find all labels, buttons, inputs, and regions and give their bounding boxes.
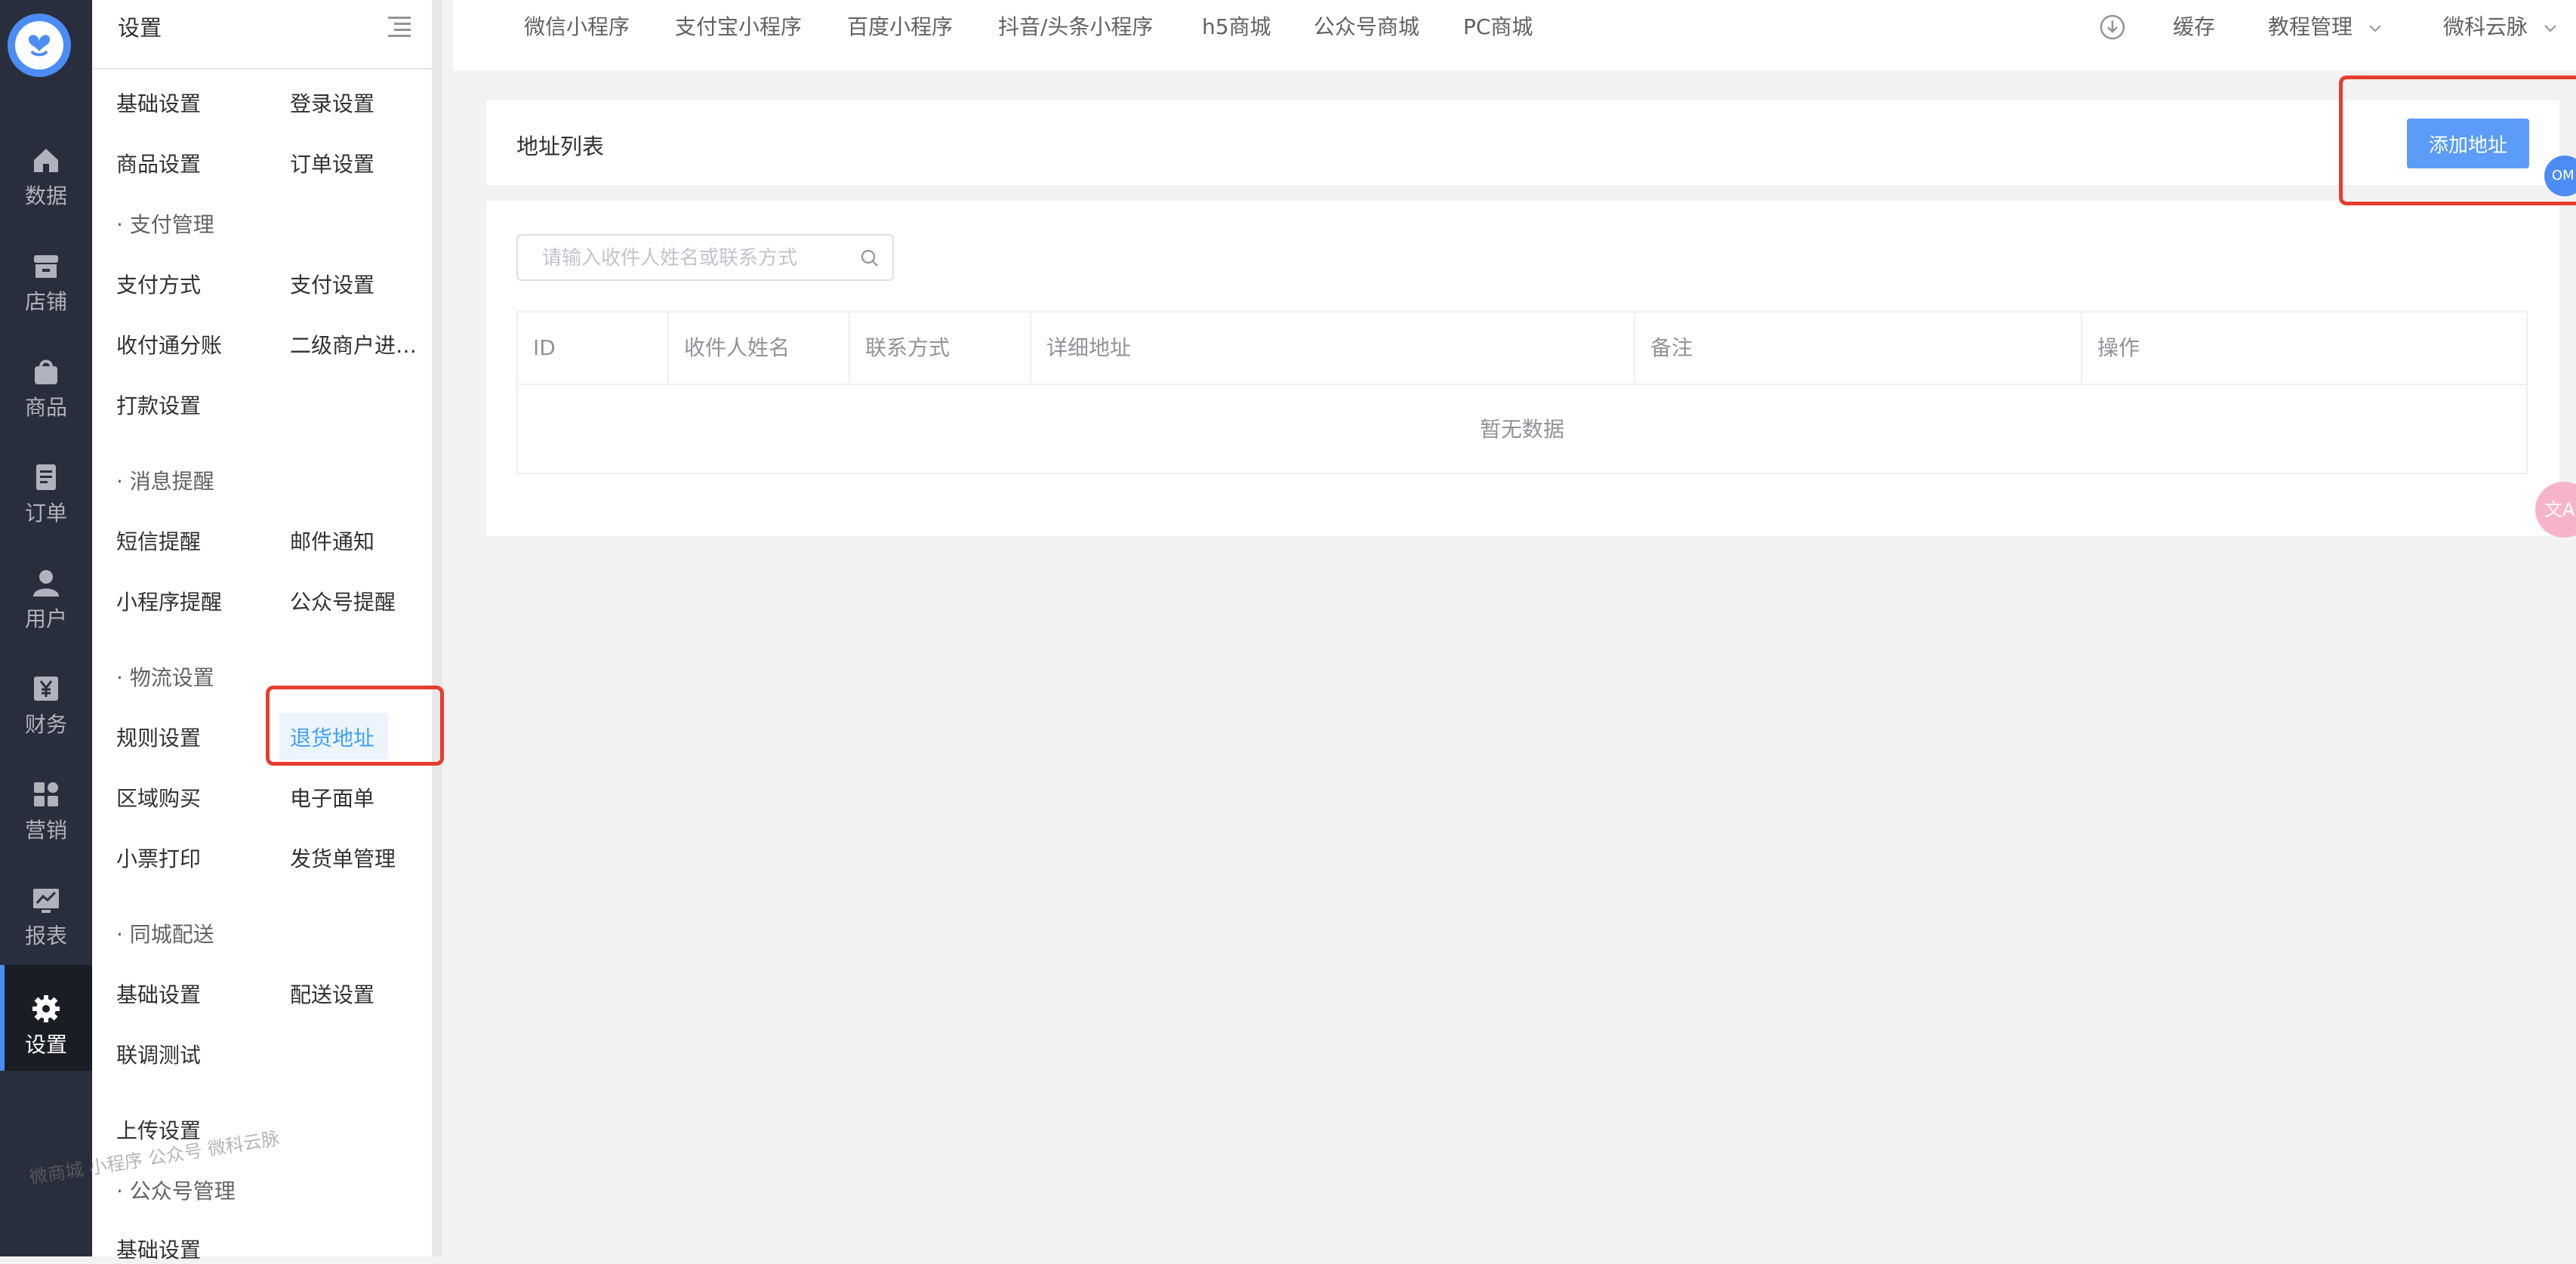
store-icon	[34, 255, 58, 278]
search-icon[interactable]	[859, 248, 880, 269]
submenu-item-split-payment[interactable]: 收付通分账	[116, 329, 222, 359]
column-header-contact: 联系方式	[850, 313, 1031, 384]
chevron-down-icon	[2544, 25, 2556, 32]
submenu-item-delivery-basic[interactable]: 基础设置	[116, 979, 201, 1009]
submenu-group-local-delivery: · 同城配送	[116, 922, 214, 947]
rail-item-marketing[interactable]: 营销	[0, 751, 92, 856]
rail-item-label: 设置	[24, 1032, 67, 1057]
tab-douyin-miniapp[interactable]: 抖音/头条小程序	[998, 11, 1153, 41]
tab-baidu-miniapp[interactable]: 百度小程序	[847, 11, 953, 41]
submenu-group-logistics: · 物流设置	[116, 665, 214, 690]
search-input[interactable]	[541, 236, 846, 281]
rail-item-label: 订单	[24, 501, 67, 526]
submenu-title: 设置	[118, 15, 162, 41]
column-header-recipient: 收件人姓名	[669, 313, 850, 384]
submenu-item-region-purchase[interactable]: 区域购买	[116, 782, 201, 812]
address-list-header: 地址列表 添加地址	[486, 100, 2559, 185]
submenu-group-official-account: · 公众号管理	[116, 1179, 236, 1204]
submenu-item-oa-basic[interactable]: 基础设置	[116, 1234, 201, 1264]
grid-icon	[34, 782, 58, 806]
rail-item-goods[interactable]: 商品	[0, 328, 92, 433]
submenu-item-e-waybill[interactable]: 电子面单	[290, 782, 374, 812]
gear-icon	[32, 995, 60, 1022]
submenu-group-payment: · 支付管理	[116, 212, 214, 237]
rail-item-finance[interactable]: 财务	[0, 645, 92, 751]
search-box	[516, 234, 894, 281]
shopping-bag-icon	[35, 359, 57, 384]
home-icon	[34, 149, 58, 172]
document-icon	[36, 464, 56, 490]
submenu-item-email-notice[interactable]: 邮件通知	[290, 526, 374, 556]
submenu-item-joint-test[interactable]: 联调测试	[116, 1039, 201, 1069]
column-header-address: 详细地址	[1031, 313, 1635, 384]
submenu-divider	[92, 68, 432, 69]
rail-item-users[interactable]: 用户	[0, 539, 92, 645]
rail-item-orders[interactable]: 订单	[0, 433, 92, 539]
settings-submenu: 设置 基础设置 登录设置 商品设置 订单设置 · 支付管理 支付方式 支付设置 …	[92, 0, 442, 1262]
submenu-item-payment-settings[interactable]: 支付设置	[290, 269, 374, 299]
chart-icon	[33, 889, 59, 913]
rail-item-label: 店铺	[24, 289, 67, 314]
app-logo[interactable]	[8, 14, 71, 77]
rail-item-reports[interactable]: 报表	[0, 856, 92, 962]
submenu-item-miniapp-alerts[interactable]: 小程序提醒	[116, 586, 222, 616]
user-menu[interactable]: 微科云脉	[2443, 11, 2559, 41]
menu-collapse-icon[interactable]	[387, 14, 412, 39]
submenu-item-payout-settings[interactable]: 打款设置	[116, 390, 201, 420]
logo-icon	[29, 35, 50, 57]
tutorial-menu-label: 教程管理	[2268, 14, 2353, 39]
submenu-item-login-settings[interactable]: 登录设置	[290, 88, 374, 118]
yen-icon	[34, 677, 58, 701]
highlight-return-address	[266, 686, 444, 766]
tab-pc-store[interactable]: PC商城	[1463, 11, 1533, 41]
submenu-item-sms-alerts[interactable]: 短信提醒	[116, 526, 201, 556]
address-list-panel: ID 收件人姓名 联系方式 详细地址 备注 操作 暂无数据	[486, 201, 2559, 536]
cache-button[interactable]: 缓存	[2173, 11, 2215, 41]
submenu-item-delivery-settings[interactable]: 配送设置	[290, 979, 374, 1009]
column-header-remark: 备注	[1635, 313, 2082, 384]
column-header-id: ID	[518, 313, 669, 384]
user-icon	[33, 570, 59, 597]
page-title: 地址列表	[516, 134, 605, 159]
main-nav-rail: 数据 店铺 商品 订单 用户 财务 营销 报表 设置	[0, 0, 92, 1256]
rail-item-label: 财务	[24, 712, 67, 737]
submenu-item-basic-settings[interactable]: 基础设置	[116, 88, 201, 118]
submenu-item-rule-settings[interactable]: 规则设置	[116, 722, 201, 752]
user-menu-label: 微科云脉	[2443, 14, 2528, 39]
tutorial-menu[interactable]: 教程管理	[2268, 11, 2383, 41]
tab-official-account-store[interactable]: 公众号商城	[1314, 11, 1419, 41]
submenu-item-sub-merchant[interactable]: 二级商户进…	[290, 329, 417, 359]
table-empty-state: 暂无数据	[1479, 417, 1564, 442]
rail-item-label: 营销	[24, 818, 67, 843]
submenu-item-goods-settings[interactable]: 商品设置	[116, 148, 201, 178]
download-icon[interactable]	[2099, 14, 2126, 41]
submenu-item-shipping-docs[interactable]: 发货单管理	[290, 843, 396, 873]
submenu-item-order-settings[interactable]: 订单设置	[290, 148, 374, 178]
submenu-group-notifications: · 消息提醒	[116, 469, 214, 494]
rail-item-label: 用户	[24, 606, 67, 631]
chevron-down-icon	[2369, 25, 2381, 32]
rail-item-label: 数据	[24, 183, 67, 208]
rail-item-label: 商品	[24, 395, 67, 420]
address-table: ID 收件人姓名 联系方式 详细地址 备注 操作 暂无数据	[516, 311, 2528, 474]
highlight-add-address	[2339, 76, 2576, 205]
submenu-item-receipt-printing[interactable]: 小票打印	[116, 843, 201, 873]
submenu-item-official-account-alerts[interactable]: 公众号提醒	[290, 586, 396, 616]
tab-alipay-miniapp[interactable]: 支付宝小程序	[675, 11, 802, 41]
rail-item-store[interactable]: 店铺	[0, 222, 92, 328]
rail-item-settings[interactable]: 设置	[0, 965, 92, 1071]
table-header: ID 收件人姓名 联系方式 详细地址 备注 操作	[518, 313, 2526, 385]
tab-wechat-miniapp[interactable]: 微信小程序	[524, 11, 630, 41]
column-header-actions: 操作	[2097, 335, 2140, 360]
tab-h5-store[interactable]: h5商城	[1202, 11, 1271, 41]
submenu-item-payment-methods[interactable]: 支付方式	[116, 269, 201, 299]
rail-item-label: 报表	[24, 923, 67, 948]
rail-item-data[interactable]: 数据	[0, 116, 92, 222]
top-nav-bar: 微信小程序 支付宝小程序 百度小程序 抖音/头条小程序 h5商城 公众号商城 P…	[453, 0, 2576, 71]
